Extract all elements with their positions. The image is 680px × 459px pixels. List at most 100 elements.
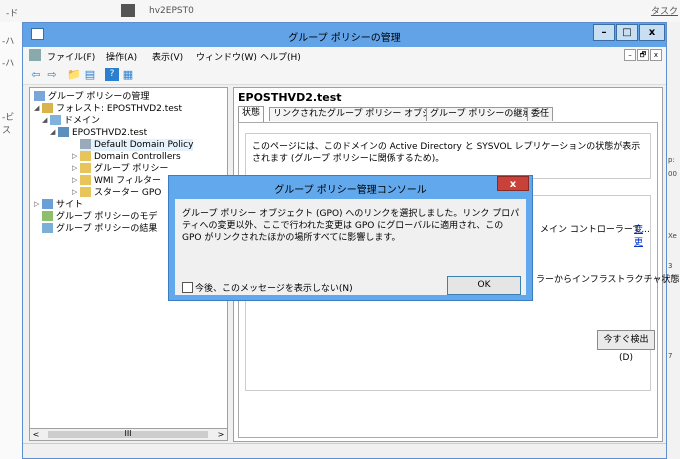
server-icon xyxy=(121,4,135,17)
background-right-text: 00 xyxy=(668,170,677,178)
mdi-minimize-button[interactable]: – xyxy=(624,49,636,61)
expand-arrow-icon[interactable]: ◢ xyxy=(50,128,55,136)
domain-title: EPOSTHVD2.test xyxy=(238,91,342,104)
mdi-close-button[interactable]: x xyxy=(650,49,662,61)
expand-arrow-icon[interactable]: ◢ xyxy=(42,116,47,124)
tree-node-label: スターター GPO xyxy=(94,188,162,198)
tree-node-results[interactable]: グループ ポリシーの結果 xyxy=(42,223,157,235)
scroll-left-button[interactable]: < xyxy=(30,429,42,440)
tree-node-label: WMI フィルター xyxy=(94,176,161,186)
change-link[interactable]: 変更 xyxy=(634,222,650,248)
maximize-button[interactable]: □ xyxy=(616,24,638,41)
wmi-folder-icon xyxy=(80,175,91,185)
background-left-text: -ハ xyxy=(2,59,15,69)
background-taskbar xyxy=(0,0,680,22)
collapsed-arrow-icon[interactable]: ▷ xyxy=(72,188,77,196)
dialog-message: グループ ポリシー オブジェクト (GPO) へのリンクを選択しました。リンク … xyxy=(182,209,520,243)
dialog-body: グループ ポリシー オブジェクト (GPO) へのリンクを選択しました。リンク … xyxy=(175,199,526,295)
ok-button[interactable]: OK xyxy=(447,276,521,295)
menu-view[interactable]: 表示(V) xyxy=(152,50,183,63)
background-left-text: -ビス xyxy=(2,113,15,136)
checkbox-label: 今後、このメッセージを表示しない(N) xyxy=(195,284,353,294)
background-left-column: -ハ -ハ -ビス xyxy=(0,22,22,459)
tab-inheritance[interactable]: グループ ポリシーの継承 xyxy=(426,107,536,121)
background-right-text: p: xyxy=(668,156,675,164)
tree-node-label: EPOSTHVD2.test xyxy=(72,128,148,138)
dont-show-again-checkbox[interactable]: 今後、このメッセージを表示しない(N) xyxy=(182,281,353,294)
tree-node-domains[interactable]: ドメイン xyxy=(50,115,100,127)
scroll-grip: III xyxy=(124,429,132,438)
background-right-column: p: 00 Xe 3 7 xyxy=(667,22,680,459)
ou-icon xyxy=(80,151,91,161)
menu-action[interactable]: 操作(A) xyxy=(106,50,137,63)
toolbar: ⇦ ⇨ 📁 ▤ ? ▦ xyxy=(23,65,666,85)
domain-icon xyxy=(58,127,69,137)
tree-node-label: グループ ポリシー xyxy=(94,164,169,174)
checkbox-box[interactable] xyxy=(182,282,193,293)
collapsed-arrow-icon[interactable]: ▷ xyxy=(72,164,77,172)
mmc-icon[interactable] xyxy=(29,49,41,61)
gpm-icon xyxy=(34,91,45,101)
dialog-title: グループ ポリシー管理コンソール xyxy=(274,185,427,196)
tree-node-sites[interactable]: サイト xyxy=(42,199,83,211)
tree-node-gpm[interactable]: グループ ポリシーの管理 xyxy=(34,91,149,103)
tree-node-label: グループ ポリシーの結果 xyxy=(56,224,158,234)
background-label: -ド xyxy=(6,9,19,19)
title-bar[interactable]: グループ ポリシーの管理 – □ x xyxy=(23,23,666,47)
background-right-text: 7 xyxy=(668,352,673,360)
tree-node-label: グループ ポリシーの管理 xyxy=(48,92,150,102)
tree-node-modeling[interactable]: グループ ポリシーのモデ xyxy=(42,211,157,223)
tree-node-label: Domain Controllers xyxy=(94,152,181,162)
show-hide-tree-icon[interactable]: ▤ xyxy=(83,68,97,81)
mdi-restore-button[interactable]: 🗗 xyxy=(637,49,649,61)
menu-help[interactable]: ヘルプ(H) xyxy=(260,50,301,63)
background-right-text: 3 xyxy=(668,262,673,270)
expand-arrow-icon[interactable]: ◢ xyxy=(34,104,39,112)
sites-icon xyxy=(42,199,53,209)
menu-bar: ファイル(F) 操作(A) 表示(V) ウィンドウ(W) ヘルプ(H) – 🗗 … xyxy=(23,47,666,65)
collapsed-arrow-icon[interactable]: ▷ xyxy=(72,176,77,184)
close-button[interactable]: x xyxy=(639,24,665,41)
tree-node-forest[interactable]: フォレスト: EPOSTHVD2.test xyxy=(42,103,182,115)
gpo-link-icon xyxy=(80,139,91,149)
gpmc-message-dialog: グループ ポリシー管理コンソール x グループ ポリシー オブジェクト (GPO… xyxy=(168,175,533,301)
intro-text: このページには、このドメインの Active Directory と SYSVO… xyxy=(252,142,641,164)
modeling-icon xyxy=(42,211,53,221)
tree-node-label: フォレスト: EPOSTHVD2.test xyxy=(56,104,183,114)
scroll-right-button[interactable]: > xyxy=(215,429,227,440)
menu-file[interactable]: ファイル(F) xyxy=(47,50,95,63)
forest-icon xyxy=(42,103,53,113)
intro-box: このページには、このドメインの Active Directory と SYSVO… xyxy=(245,133,651,179)
tree-node-starter-gpo[interactable]: スターター GPO xyxy=(80,187,161,199)
back-arrow-icon[interactable]: ⇦ xyxy=(29,68,43,81)
tab-delegation[interactable]: 委任 xyxy=(527,107,554,121)
background-task-link[interactable]: タスク xyxy=(651,4,678,17)
tree-node-default-domain-policy[interactable]: Default Domain Policy xyxy=(80,139,194,151)
background-right-text: Xe xyxy=(668,232,677,240)
forward-arrow-icon[interactable]: ⇨ xyxy=(45,68,59,81)
tree-horizontal-scrollbar[interactable]: < III > xyxy=(29,428,228,441)
starter-gpo-icon xyxy=(80,187,91,197)
detect-now-button[interactable]: 今すぐ検出(D) xyxy=(597,330,655,363)
collapsed-arrow-icon[interactable]: ▷ xyxy=(34,200,39,208)
tree-node-gpo[interactable]: グループ ポリシー xyxy=(80,163,168,175)
tree-node-domain[interactable]: EPOSTHVD2.test xyxy=(58,127,147,139)
window-title: グループ ポリシーの管理 xyxy=(288,33,401,44)
tree-node-wmi[interactable]: WMI フィルター xyxy=(80,175,161,187)
collapsed-arrow-icon[interactable]: ▷ xyxy=(72,152,77,160)
background-left-text: -ハ xyxy=(2,37,15,47)
properties-icon[interactable]: ▦ xyxy=(121,68,135,81)
status-bar xyxy=(23,443,666,458)
tree-node-domain-controllers[interactable]: Domain Controllers xyxy=(80,151,181,163)
tree-node-label: ドメイン xyxy=(64,116,101,126)
tree-node-label: グループ ポリシーのモデ xyxy=(56,212,158,222)
menu-window[interactable]: ウィンドウ(W) xyxy=(196,50,257,63)
tree-node-label: Default Domain Policy xyxy=(94,140,194,150)
infrastructure-status-text: ラーからインフラストラクチャ状態 xyxy=(536,275,680,285)
up-folder-icon[interactable]: 📁 xyxy=(67,68,81,81)
help-icon[interactable]: ? xyxy=(105,68,119,81)
dialog-close-button[interactable]: x xyxy=(497,176,529,191)
tab-status[interactable]: 状態 xyxy=(238,106,265,122)
minimize-button[interactable]: – xyxy=(593,24,615,41)
domains-icon xyxy=(50,115,61,125)
